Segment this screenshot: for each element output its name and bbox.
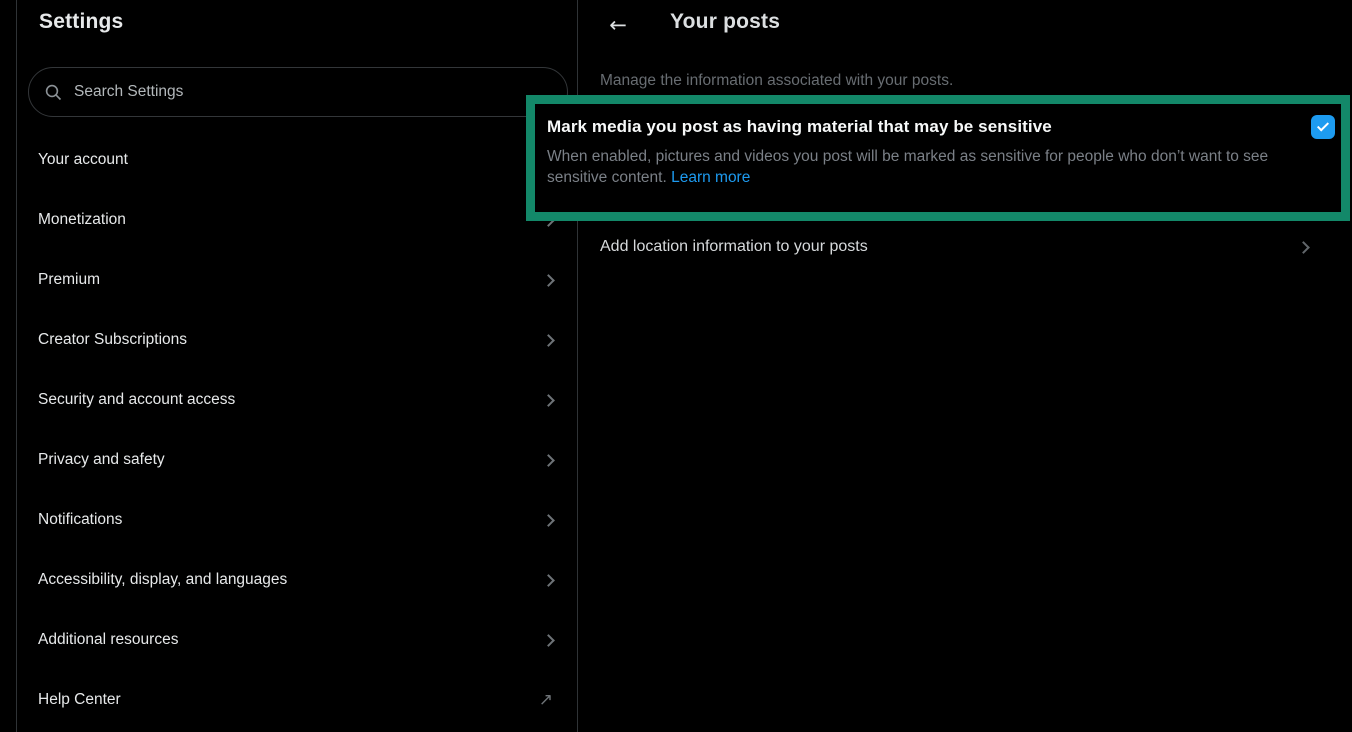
check-icon — [1317, 119, 1329, 131]
search-icon — [45, 84, 62, 101]
sidebar-item-label: Security and account access — [38, 391, 544, 409]
add-location-row[interactable]: Add location information to your posts — [579, 222, 1352, 272]
add-location-label: Add location information to your posts — [600, 238, 1299, 256]
sidebar-item-label: Creator Subscriptions — [38, 331, 544, 349]
sidebar-item-label: Notifications — [38, 511, 544, 529]
sidebar-item-label: Premium — [38, 271, 544, 289]
sidebar-item-your-account[interactable]: Your account — [17, 130, 577, 190]
sensitive-media-title: Mark media you post as having material t… — [547, 115, 1299, 139]
sensitive-media-checkbox[interactable] — [1311, 115, 1335, 139]
sidebar-item-premium[interactable]: Premium — [17, 250, 577, 310]
description-text: When enabled, pictures and videos you po… — [547, 148, 1268, 186]
sidebar-item-label: Monetization — [38, 211, 544, 229]
sidebar-item-accessibility-display-and-languages[interactable]: Accessibility, display, and languages — [17, 550, 577, 610]
sidebar-item-additional-resources[interactable]: Additional resources — [17, 610, 577, 670]
back-arrow-icon[interactable]: ← — [601, 8, 635, 42]
sidebar-item-creator-subscriptions[interactable]: Creator Subscriptions — [17, 310, 577, 370]
chevron-right-icon — [542, 634, 555, 647]
sidebar-item-monetization[interactable]: Monetization — [17, 190, 577, 250]
sidebar-nav: Your account Monetization Premium Creato… — [17, 130, 577, 730]
section-subtitle: Manage the information associated with y… — [600, 72, 953, 90]
chevron-right-icon — [542, 394, 555, 407]
page-title: Settings — [39, 10, 123, 34]
sensitive-media-description: When enabled, pictures and videos you po… — [547, 146, 1325, 188]
sidebar-item-help-center[interactable]: Help Center ↗ — [17, 670, 577, 730]
learn-more-link[interactable]: Learn more — [671, 169, 750, 186]
sidebar-item-security-and-account-access[interactable]: Security and account access — [17, 370, 577, 430]
sidebar-item-privacy-and-safety[interactable]: Privacy and safety — [17, 430, 577, 490]
chevron-right-icon — [542, 274, 555, 287]
search-input[interactable] — [74, 83, 551, 101]
sidebar-item-label: Additional resources — [38, 631, 544, 649]
sidebar-item-label: Your account — [38, 151, 544, 169]
settings-page: Settings Your account Monetization Premi… — [0, 0, 1352, 732]
sidebar-item-label: Help Center — [38, 691, 539, 709]
chevron-right-icon — [542, 334, 555, 347]
chevron-right-icon — [1297, 241, 1310, 254]
sidebar-item-label: Privacy and safety — [38, 451, 544, 469]
chevron-right-icon — [542, 574, 555, 587]
chevron-right-icon — [542, 454, 555, 467]
search-settings-box — [28, 67, 568, 117]
external-link-icon: ↗ — [539, 692, 553, 709]
sidebar-item-notifications[interactable]: Notifications — [17, 490, 577, 550]
settings-sidebar: Settings Your account Monetization Premi… — [16, 0, 578, 732]
chevron-right-icon — [542, 514, 555, 527]
section-title: Your posts — [670, 10, 780, 34]
highlighted-sensitive-media-row: Mark media you post as having material t… — [526, 95, 1350, 221]
sidebar-item-label: Accessibility, display, and languages — [38, 571, 544, 589]
